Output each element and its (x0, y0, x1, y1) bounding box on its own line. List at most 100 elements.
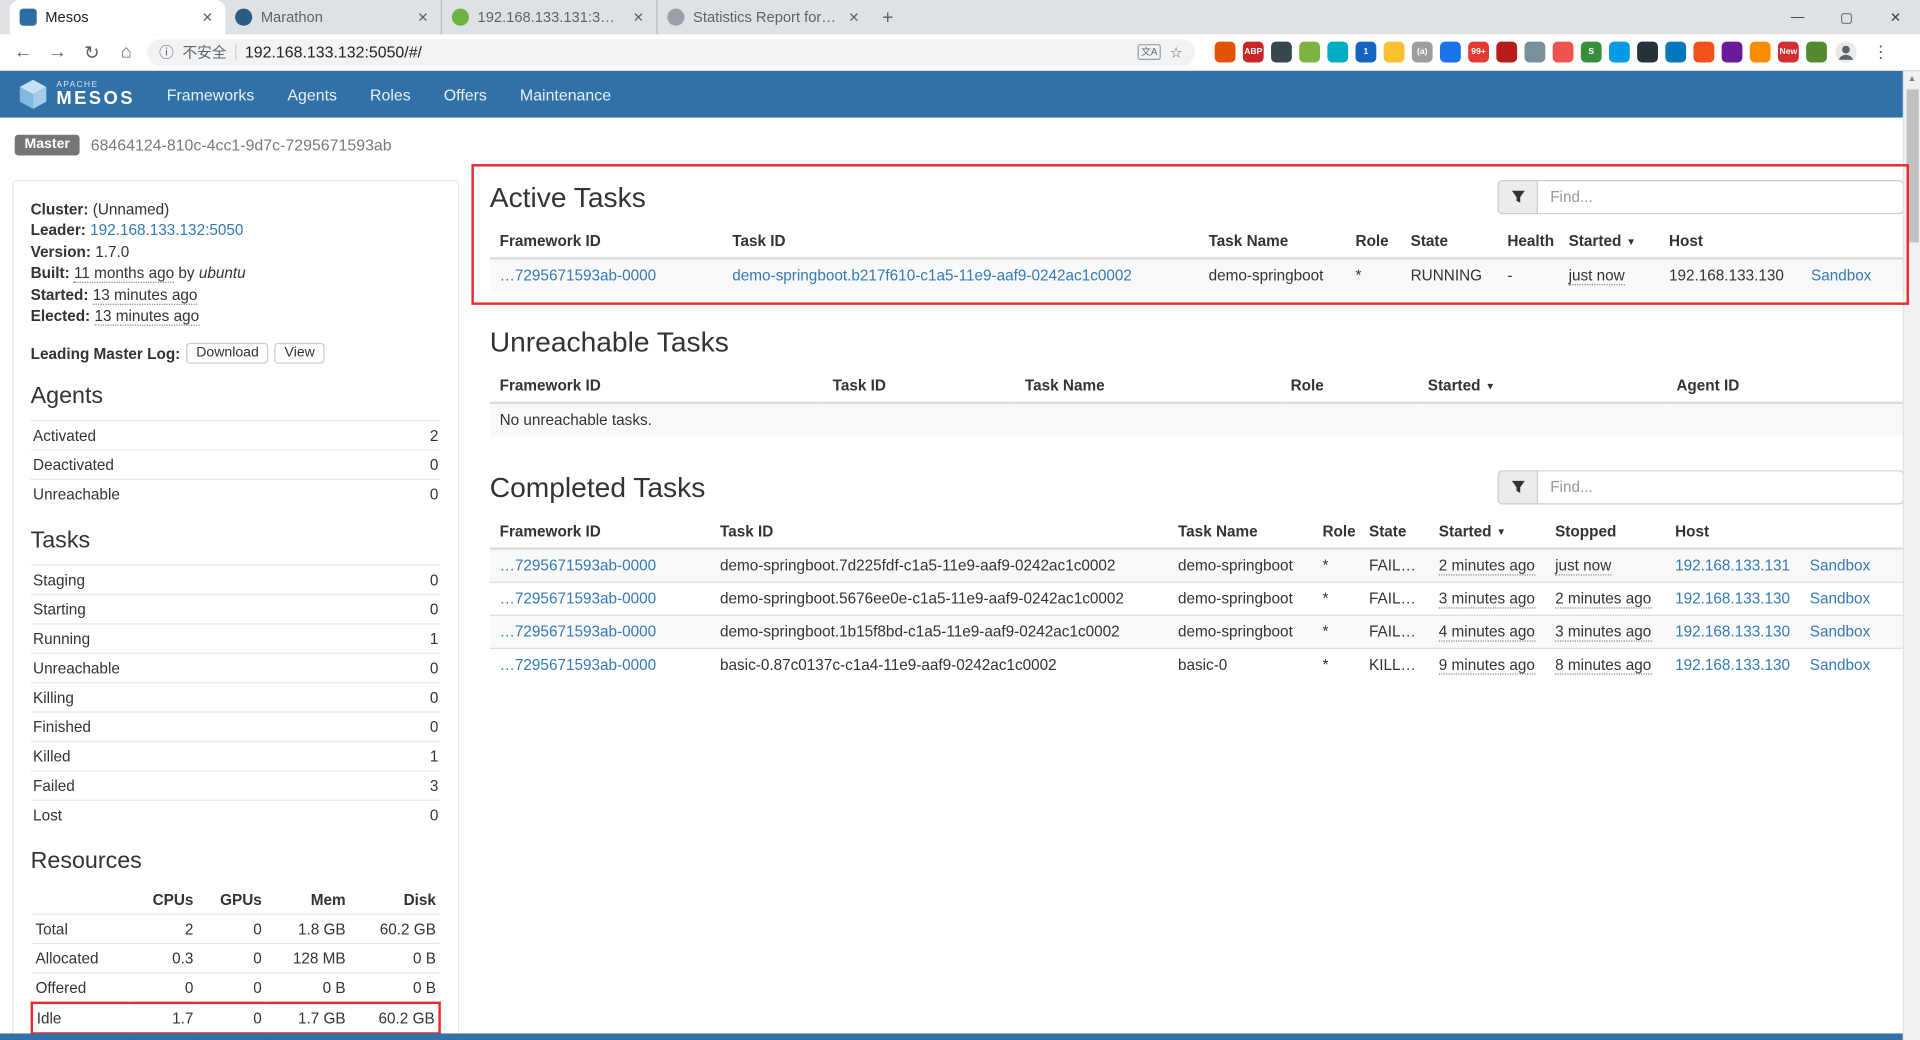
sort-header-started[interactable]: Started▼ (1559, 225, 1659, 258)
extension-icon[interactable] (1496, 42, 1517, 63)
extension-icon[interactable] (1609, 42, 1630, 63)
filter-button[interactable] (1498, 470, 1538, 504)
extension-icon[interactable]: New (1778, 42, 1799, 63)
tab-title: 192.168.133.131:31657/hello (478, 9, 622, 26)
url-text[interactable]: 192.168.133.132:5050/#/ (245, 43, 1129, 61)
sandbox-link[interactable]: Sandbox (1811, 267, 1871, 284)
extension-icon[interactable] (1271, 42, 1292, 63)
stat-value: 0 (430, 718, 439, 735)
maximize-button[interactable]: ▢ (1822, 0, 1871, 34)
tab-close-icon[interactable]: ✕ (846, 9, 862, 25)
stat-row-deactivated: Deactivated0 (31, 449, 441, 478)
nav-roles[interactable]: Roles (370, 85, 411, 103)
log-view-button[interactable]: View (275, 343, 325, 364)
extension-icon[interactable] (1440, 42, 1461, 63)
extension-icon[interactable] (1524, 42, 1545, 63)
sandbox-link[interactable]: Sandbox (1810, 557, 1870, 574)
sandbox-link[interactable]: Sandbox (1810, 590, 1870, 607)
framework-link[interactable]: …7295671593ab-0000 (500, 656, 657, 673)
nav-frameworks[interactable]: Frameworks (167, 85, 255, 103)
elected-label: Elected: (31, 307, 91, 324)
extension-icon[interactable] (1665, 42, 1686, 63)
page-scrollbar[interactable]: ▲ (1903, 71, 1920, 1040)
mesos-logo[interactable]: APACHE MESOS (17, 78, 135, 110)
built-value: 11 months ago (74, 264, 174, 282)
log-download-button[interactable]: Download (186, 343, 268, 364)
framework-link[interactable]: …7295671593ab-0000 (500, 557, 657, 574)
stat-value: 0 (430, 456, 439, 473)
filter-button[interactable] (1498, 180, 1538, 214)
nav-maintenance[interactable]: Maintenance (520, 85, 611, 103)
address-bar[interactable]: ⓘ 不安全 192.168.133.132:5050/#/ 文A ☆ (147, 39, 1195, 66)
cluster-sidebar: Cluster: (Unnamed) Leader: 192.168.133.1… (12, 180, 459, 1040)
extension-icon[interactable] (1750, 42, 1771, 63)
find-input[interactable] (1538, 470, 1904, 504)
task-id-link[interactable]: demo-springboot.b217f610-c1a5-11e9-aaf9-… (732, 267, 1132, 284)
stat-value: 0 (430, 659, 439, 676)
sort-header-started[interactable]: Started▼ (1418, 370, 1667, 403)
extension-icon[interactable] (1693, 42, 1714, 63)
extension-icon[interactable]: (a) (1412, 42, 1433, 63)
sort-header-started[interactable]: Started▼ (1429, 516, 1545, 549)
back-icon[interactable]: ← (10, 42, 37, 63)
host-link[interactable]: 192.168.133.131 (1675, 557, 1790, 574)
task-role: * (1313, 549, 1360, 583)
col-cpus: CPUs (130, 885, 197, 914)
tab-close-icon[interactable]: ✕ (630, 9, 646, 25)
close-button[interactable]: ✕ (1871, 0, 1920, 34)
extension-icon[interactable] (1327, 42, 1348, 63)
nav-agents[interactable]: Agents (287, 85, 337, 103)
tab-mesos[interactable]: Mesos ✕ (10, 0, 226, 34)
info-icon[interactable]: ⓘ (159, 42, 174, 63)
tab-marathon[interactable]: Marathon ✕ (225, 0, 441, 34)
extension-icon[interactable]: 99+ (1468, 42, 1489, 63)
extension-icon[interactable] (1299, 42, 1320, 63)
brand-mesos: MESOS (56, 89, 135, 107)
extension-icon[interactable] (1722, 42, 1743, 63)
tab-close-icon[interactable]: ✕ (199, 9, 215, 25)
framework-link[interactable]: …7295671593ab-0000 (500, 590, 657, 607)
extensions-row: ABP 1 (a) 99+ S New (1215, 42, 1827, 63)
sandbox-link[interactable]: Sandbox (1810, 623, 1870, 640)
forward-icon[interactable]: → (44, 42, 71, 63)
extension-icon[interactable]: 1 (1356, 42, 1377, 63)
refresh-icon[interactable]: ↻ (78, 41, 105, 63)
stat-label: Killed (33, 748, 70, 765)
extension-icon[interactable] (1215, 42, 1236, 63)
sandbox-link[interactable]: Sandbox (1810, 656, 1870, 673)
extension-icon[interactable] (1384, 42, 1405, 63)
nav-offers[interactable]: Offers (444, 85, 487, 103)
leader-link[interactable]: 192.168.133.132:5050 (90, 222, 243, 239)
stat-row-failed: Failed3 (31, 770, 441, 799)
home-icon[interactable]: ⌂ (113, 42, 140, 63)
host-link[interactable]: 192.168.133.130 (1675, 656, 1790, 673)
tab-hello[interactable]: 192.168.133.131:31657/hello ✕ (441, 0, 657, 34)
master-log-row: Leading Master Log: Download View (31, 343, 441, 364)
extension-icon[interactable] (1637, 42, 1658, 63)
tab-close-icon[interactable]: ✕ (415, 9, 431, 25)
col-disk: Disk (349, 885, 439, 914)
tab-haproxy[interactable]: Statistics Report for HAProxy ✕ (656, 0, 872, 34)
extension-icon[interactable] (1553, 42, 1574, 63)
bookmark-star-icon[interactable]: ☆ (1170, 43, 1183, 60)
find-input[interactable] (1538, 180, 1904, 214)
chrome-menu-icon[interactable]: ⋮ (1865, 42, 1897, 63)
task-health: - (1498, 258, 1559, 291)
scrollbar-thumb[interactable] (1907, 89, 1919, 242)
extension-icon[interactable]: S (1581, 42, 1602, 63)
scroll-up-icon[interactable]: ▲ (1904, 71, 1920, 87)
translate-icon[interactable]: 文A (1137, 44, 1161, 60)
host-link[interactable]: 192.168.133.130 (1675, 623, 1790, 640)
divider (235, 44, 236, 60)
extension-icon[interactable] (1806, 42, 1827, 63)
minimize-button[interactable]: — (1773, 0, 1822, 34)
marathon-favicon (235, 9, 252, 26)
new-tab-button[interactable]: + (872, 2, 904, 34)
extension-icon[interactable]: ABP (1243, 42, 1264, 63)
framework-link[interactable]: …7295671593ab-0000 (500, 267, 657, 284)
framework-link[interactable]: …7295671593ab-0000 (500, 623, 657, 640)
host-link[interactable]: 192.168.133.130 (1675, 590, 1790, 607)
cluster-value: (Unnamed) (93, 200, 170, 217)
stat-value: 0 (430, 806, 439, 823)
profile-avatar[interactable] (1834, 40, 1857, 63)
